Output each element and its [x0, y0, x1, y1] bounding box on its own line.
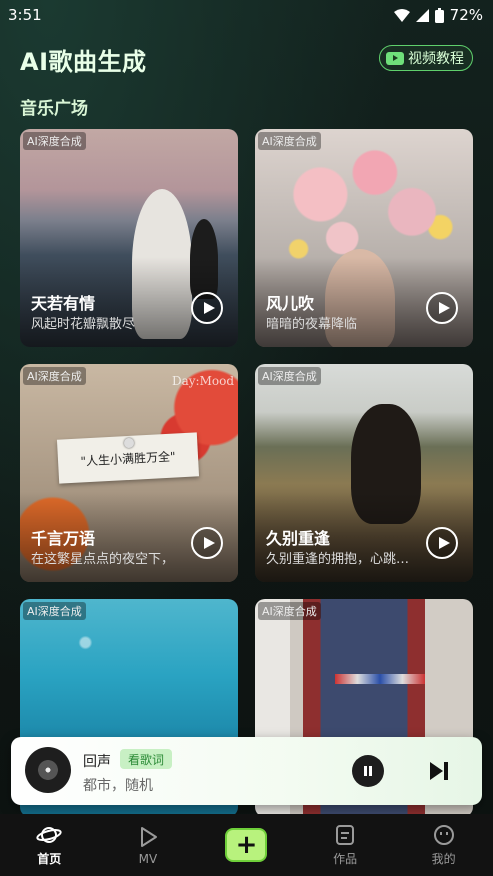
- nav-home[interactable]: 首页: [14, 823, 84, 867]
- plus-icon[interactable]: +: [225, 828, 268, 862]
- album-disc[interactable]: [25, 747, 71, 793]
- song-subtitle: 久别重逢的拥抱，心跳…: [266, 552, 410, 567]
- pin-icon: [124, 438, 134, 448]
- battery-icon: [434, 7, 444, 23]
- play-outline-icon: [140, 826, 157, 847]
- nav-label: 首页: [37, 852, 62, 866]
- status-icons: 72%: [393, 6, 483, 24]
- song-title: 天若有情: [31, 294, 96, 313]
- song-title: 风儿吹: [266, 294, 315, 313]
- play-icon[interactable]: [426, 527, 458, 559]
- wifi-icon: [393, 8, 410, 22]
- song-card[interactable]: Day:Mood "人生小满胜万全" AI深度合成 千言万语 在这繁星点点的夜空…: [20, 364, 238, 582]
- song-subtitle: 在这繁星点点的夜空下，: [31, 552, 175, 567]
- ai-tag: AI深度合成: [23, 602, 86, 620]
- page-title: AI歌曲生成: [20, 48, 147, 76]
- nav-works[interactable]: 作品: [310, 823, 380, 867]
- status-time: 3:51: [8, 6, 42, 24]
- ai-tag: AI深度合成: [258, 602, 321, 620]
- video-icon: [386, 51, 404, 65]
- song-card[interactable]: AI深度合成 风儿吹 暗暗的夜幕降临: [255, 129, 473, 347]
- ai-tag: AI深度合成: [258, 367, 321, 385]
- song-card[interactable]: AI深度合成 久别重逢 久别重逢的拥抱，心跳…: [255, 364, 473, 582]
- status-bar: 3:51 72%: [0, 0, 493, 30]
- song-subtitle: 风起时花瓣飘散尽: [31, 317, 136, 332]
- pause-icon[interactable]: [352, 755, 384, 787]
- play-icon[interactable]: [191, 292, 223, 324]
- nav-label: 我的: [431, 852, 456, 866]
- ai-tag: AI深度合成: [23, 367, 86, 385]
- play-icon[interactable]: [191, 527, 223, 559]
- skip-next-icon[interactable]: [427, 759, 451, 783]
- banner-stripe: [335, 674, 425, 684]
- song-card[interactable]: AI深度合成 天若有情 风起时花瓣飘散尽: [20, 129, 238, 347]
- nav-create[interactable]: +: [211, 828, 281, 862]
- video-tutorial-label: 视频教程: [408, 51, 464, 67]
- view-lyrics-button[interactable]: 看歌词: [120, 749, 173, 769]
- nav-mv[interactable]: MV: [113, 825, 183, 866]
- ai-tag: AI深度合成: [258, 132, 321, 150]
- signal-icon: [415, 8, 429, 22]
- song-subtitle: 暗暗的夜幕降临: [266, 317, 358, 332]
- ai-tag: AI深度合成: [23, 132, 86, 150]
- nav-label: 作品: [333, 852, 358, 866]
- nav-label: MV: [138, 851, 158, 866]
- planet-icon: [36, 827, 62, 843]
- watermark-text: Day:Mood: [171, 374, 234, 388]
- video-tutorial-button[interactable]: 视频教程: [379, 45, 473, 71]
- player-artist: 都市，随机: [83, 778, 153, 794]
- song-title: 千言万语: [31, 529, 96, 548]
- nav-mine[interactable]: 我的: [409, 823, 479, 867]
- song-title: 久别重逢: [266, 529, 331, 548]
- play-icon[interactable]: [426, 292, 458, 324]
- player-song-title: 回声: [83, 754, 111, 770]
- face-icon: [433, 825, 454, 845]
- document-icon: [336, 825, 355, 845]
- battery-percent: 72%: [449, 6, 483, 24]
- mini-player[interactable]: 回声 看歌词 都市，随机: [11, 737, 482, 805]
- music-grid: AI深度合成 天若有情 风起时花瓣飘散尽 AI深度合成 风儿吹 暗暗的夜幕降临 …: [20, 129, 474, 817]
- section-title: 音乐广场: [20, 99, 88, 119]
- bottom-nav: 首页 MV + 作品 我的: [0, 814, 493, 876]
